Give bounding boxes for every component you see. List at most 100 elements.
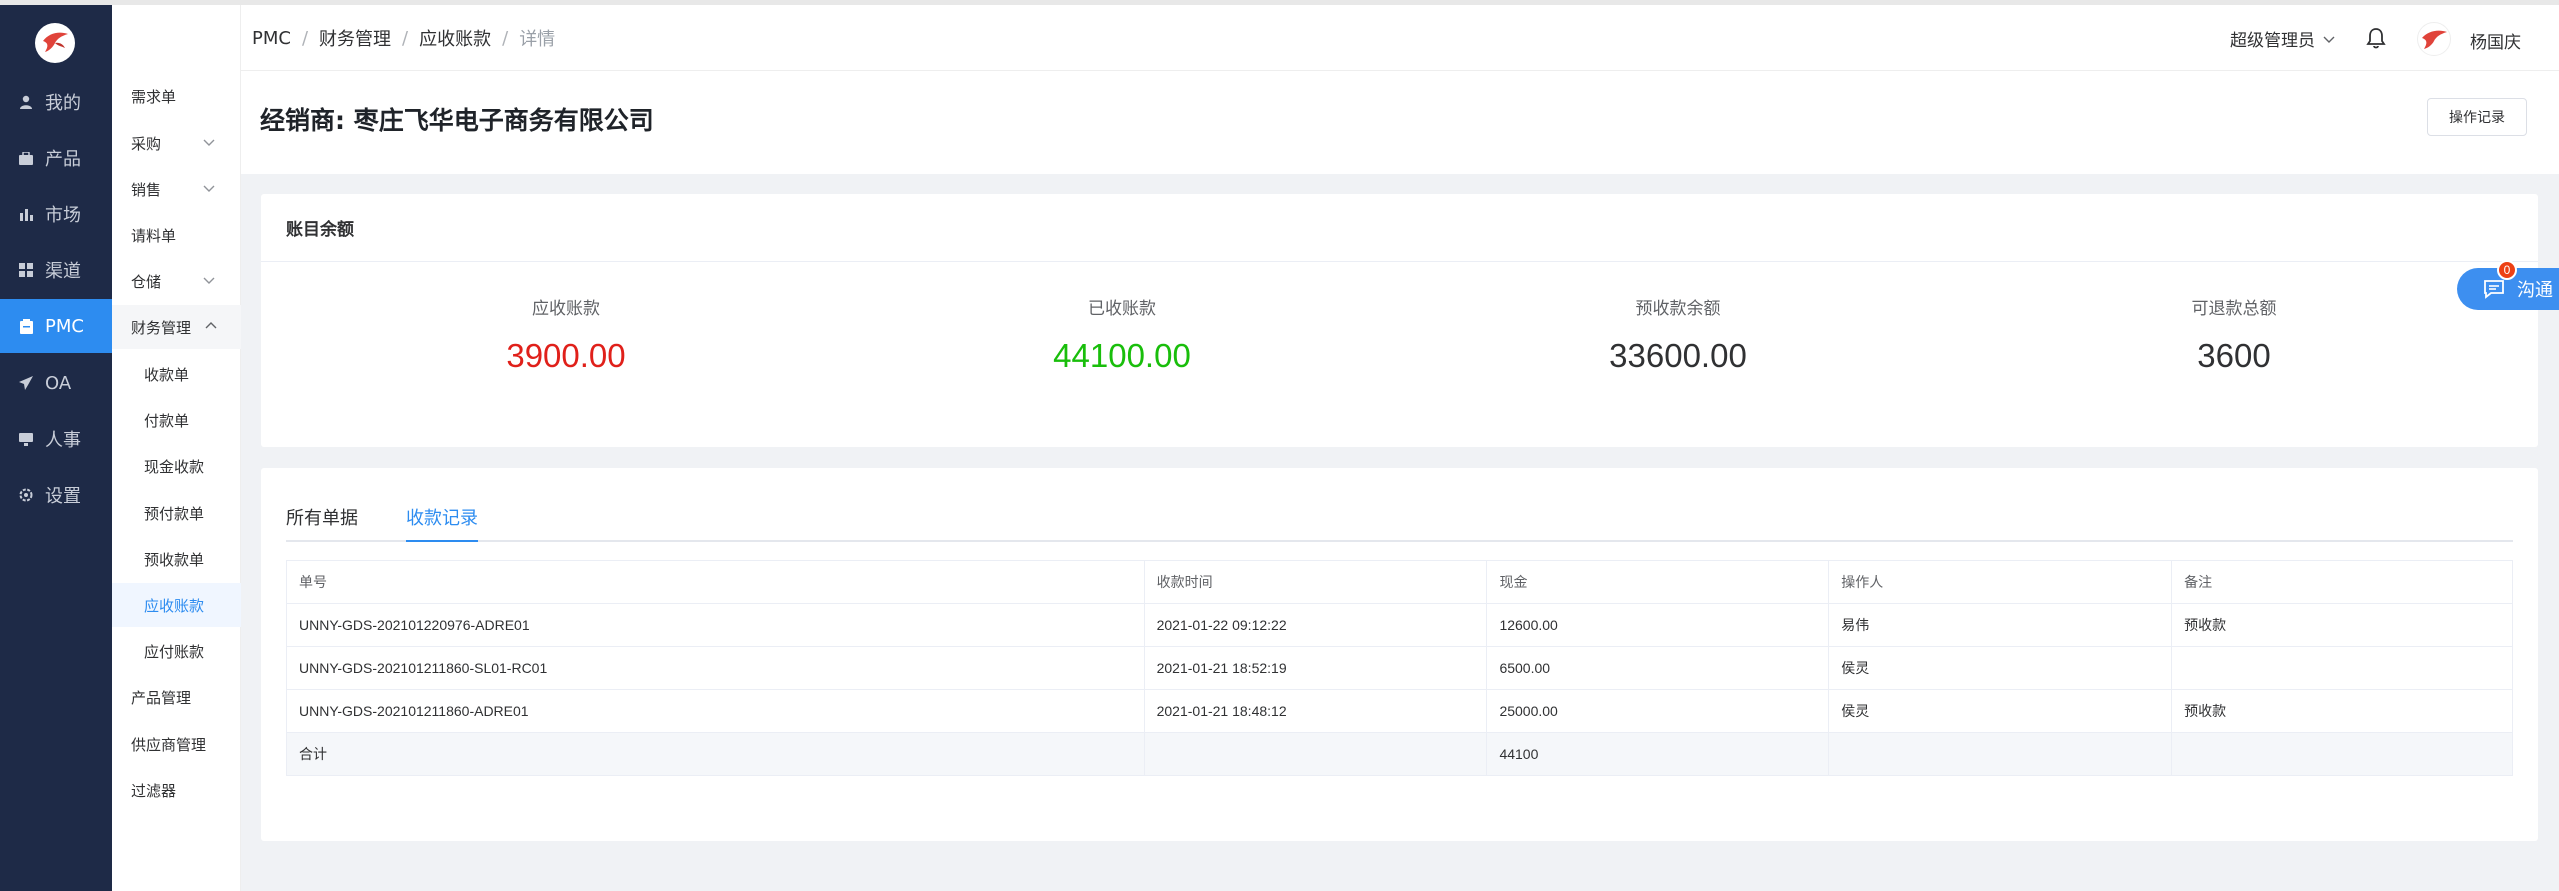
subnav-label: 付款单 <box>144 411 190 430</box>
subnav-item-supplier-management[interactable]: 供应商管理 <box>112 722 241 766</box>
role-dropdown[interactable]: 超级管理员 <box>2230 26 2335 51</box>
table-cell: 侯灵 <box>1828 646 2173 690</box>
subnav-item-prepayments[interactable]: 预付款单 <box>112 491 241 535</box>
subnav-label: 采购 <box>131 134 162 153</box>
operation-log-button[interactable]: 操作记录 <box>2427 98 2527 136</box>
subnav-label: 需求单 <box>131 87 177 106</box>
stat-value: 3600 <box>2197 337 2271 374</box>
sidebar-item-hr[interactable]: 人事 <box>0 412 112 466</box>
subnav-label: 财务管理 <box>131 318 192 337</box>
stat-value: 3900.00 <box>506 337 626 374</box>
subnav-item-finance[interactable]: 财务管理 <box>112 305 241 349</box>
subnav-item-payments[interactable]: 付款单 <box>112 398 241 442</box>
grid-icon <box>18 262 34 278</box>
table-cell <box>2171 646 2513 690</box>
gear-icon <box>18 487 34 503</box>
sidebar-item-label: 设置 <box>45 486 81 507</box>
main-sidebar: 我的 产品 市场 渠道 PMC OA 人事 设置 <box>0 5 112 891</box>
table-cell: 12600.00 <box>1486 603 1830 647</box>
subnav-item-sales[interactable]: 销售 <box>112 167 241 211</box>
chevron-down-icon <box>203 277 215 284</box>
sidebar-item-label: OA <box>45 372 72 394</box>
role-label: 超级管理员 <box>2230 31 2315 51</box>
bird-logo-icon <box>43 32 68 52</box>
bar-chart-icon <box>18 206 34 222</box>
sidebar-item-market[interactable]: 市场 <box>0 187 112 241</box>
breadcrumb-separator: / <box>502 27 509 49</box>
breadcrumb-item[interactable]: 财务管理 <box>319 25 391 51</box>
notification-bell-icon[interactable] <box>2366 27 2386 53</box>
subnav-label: 应收账款 <box>144 596 205 615</box>
table-cell: 44100 <box>1486 732 1830 776</box>
chat-unread-badge: 0 <box>2497 260 2517 280</box>
subnav-label: 预收款单 <box>144 550 205 569</box>
avatar[interactable] <box>2417 22 2451 56</box>
sidebar-item-channel[interactable]: 渠道 <box>0 243 112 297</box>
breadcrumb-current: 详情 <box>519 29 556 50</box>
subnav-item-cash-receipts[interactable]: 现金收款 <box>112 444 241 488</box>
column-header: 备注 <box>2171 560 2513 604</box>
chat-label: 沟通 <box>2517 280 2553 301</box>
stat-value: 44100.00 <box>1053 337 1191 374</box>
breadcrumb-item[interactable]: 应收账款 <box>419 25 491 51</box>
breadcrumb-item[interactable]: PMC <box>252 28 291 49</box>
stat-receivable: 应收账款 3900.00 <box>286 294 846 375</box>
subnav-item-advance-receipts[interactable]: 预收款单 <box>112 537 241 581</box>
sub-navigation: 需求单 采购 销售 请料单 仓储 财务管理 收款单 付款单 现金收款 预付款单 … <box>112 5 241 891</box>
breadcrumb-separator: / <box>301 27 309 49</box>
stat-value: 33600.00 <box>1609 337 1747 374</box>
balance-card-title: 账目余额 <box>261 194 2538 262</box>
sidebar-item-product[interactable]: 产品 <box>0 131 112 185</box>
table-cell <box>2171 732 2513 776</box>
table-cell <box>1143 732 1488 776</box>
subnav-label: 过滤器 <box>131 781 177 800</box>
clipboard-icon <box>18 318 34 334</box>
subnav-item-receivables[interactable]: 应收账款 <box>112 583 241 627</box>
page-title: 经销商: 枣庄飞华电子商务有限公司 <box>260 106 654 135</box>
stat-label: 应收账款 <box>532 299 600 319</box>
subnav-label: 供应商管理 <box>131 735 207 754</box>
subnav-item-filter[interactable]: 过滤器 <box>112 768 241 812</box>
tab-receipt-records[interactable]: 收款记录 <box>406 504 478 542</box>
table-cell: 6500.00 <box>1486 646 1830 690</box>
records-card: 所有单据 收款记录 单号 收款时间 现金 操作人 备注 UNNY-GDS-202… <box>261 468 2538 841</box>
sidebar-item-oa[interactable]: OA <box>0 356 112 410</box>
app-logo[interactable] <box>35 23 75 63</box>
sidebar-item-label: 产品 <box>45 149 81 170</box>
table-row: UNNY-GDS-202101211860-ADRE01 2021-01-21 … <box>286 689 2513 733</box>
sidebar-item-label: PMC <box>45 315 84 337</box>
chat-float-button[interactable]: 沟通 0 <box>2457 260 2559 310</box>
sidebar-item-settings[interactable]: 设置 <box>0 468 112 522</box>
breadcrumb-separator: / <box>402 27 409 49</box>
stat-received: 已收账款 44100.00 <box>842 294 1402 375</box>
sidebar-item-mine[interactable]: 我的 <box>0 75 112 129</box>
table-cell: 预收款 <box>2171 689 2513 733</box>
column-header: 收款时间 <box>1143 560 1488 604</box>
subnav-item-receipts[interactable]: 收款单 <box>112 352 241 396</box>
table-cell: 易伟 <box>1828 603 2173 647</box>
chat-icon <box>2484 280 2504 299</box>
tab-bar: 所有单据 收款记录 <box>286 504 2513 542</box>
subnav-item-product-management[interactable]: 产品管理 <box>112 675 241 719</box>
top-header: PMC / 财务管理 / 应收账款 / 详情 超级管理员 杨国庆 <box>241 5 2559 71</box>
subnav-label: 应付账款 <box>144 642 205 661</box>
table-cell: 2021-01-21 18:52:19 <box>1143 646 1488 690</box>
table-cell: 合计 <box>286 732 1145 776</box>
subnav-item-warehouse[interactable]: 仓储 <box>112 259 241 303</box>
send-icon <box>18 375 34 391</box>
username[interactable]: 杨国庆 <box>2470 28 2521 53</box>
subnav-label: 请料单 <box>131 226 177 245</box>
subnav-item-demand[interactable]: 需求单 <box>112 74 241 118</box>
subnav-item-material-request[interactable]: 请料单 <box>112 213 241 257</box>
tab-all-documents[interactable]: 所有单据 <box>286 504 358 540</box>
chevron-up-icon <box>205 322 217 329</box>
sidebar-item-pmc[interactable]: PMC <box>0 299 112 353</box>
table-cell: 侯灵 <box>1828 689 2173 733</box>
stat-label: 已收账款 <box>1088 299 1156 319</box>
table-cell: UNNY-GDS-202101211860-SL01-RC01 <box>286 646 1145 690</box>
sidebar-item-label: 渠道 <box>45 261 81 282</box>
table-cell: 25000.00 <box>1486 689 1830 733</box>
chevron-down-icon <box>203 139 215 146</box>
subnav-item-purchase[interactable]: 采购 <box>112 121 241 165</box>
subnav-item-payables[interactable]: 应付账款 <box>112 629 241 673</box>
